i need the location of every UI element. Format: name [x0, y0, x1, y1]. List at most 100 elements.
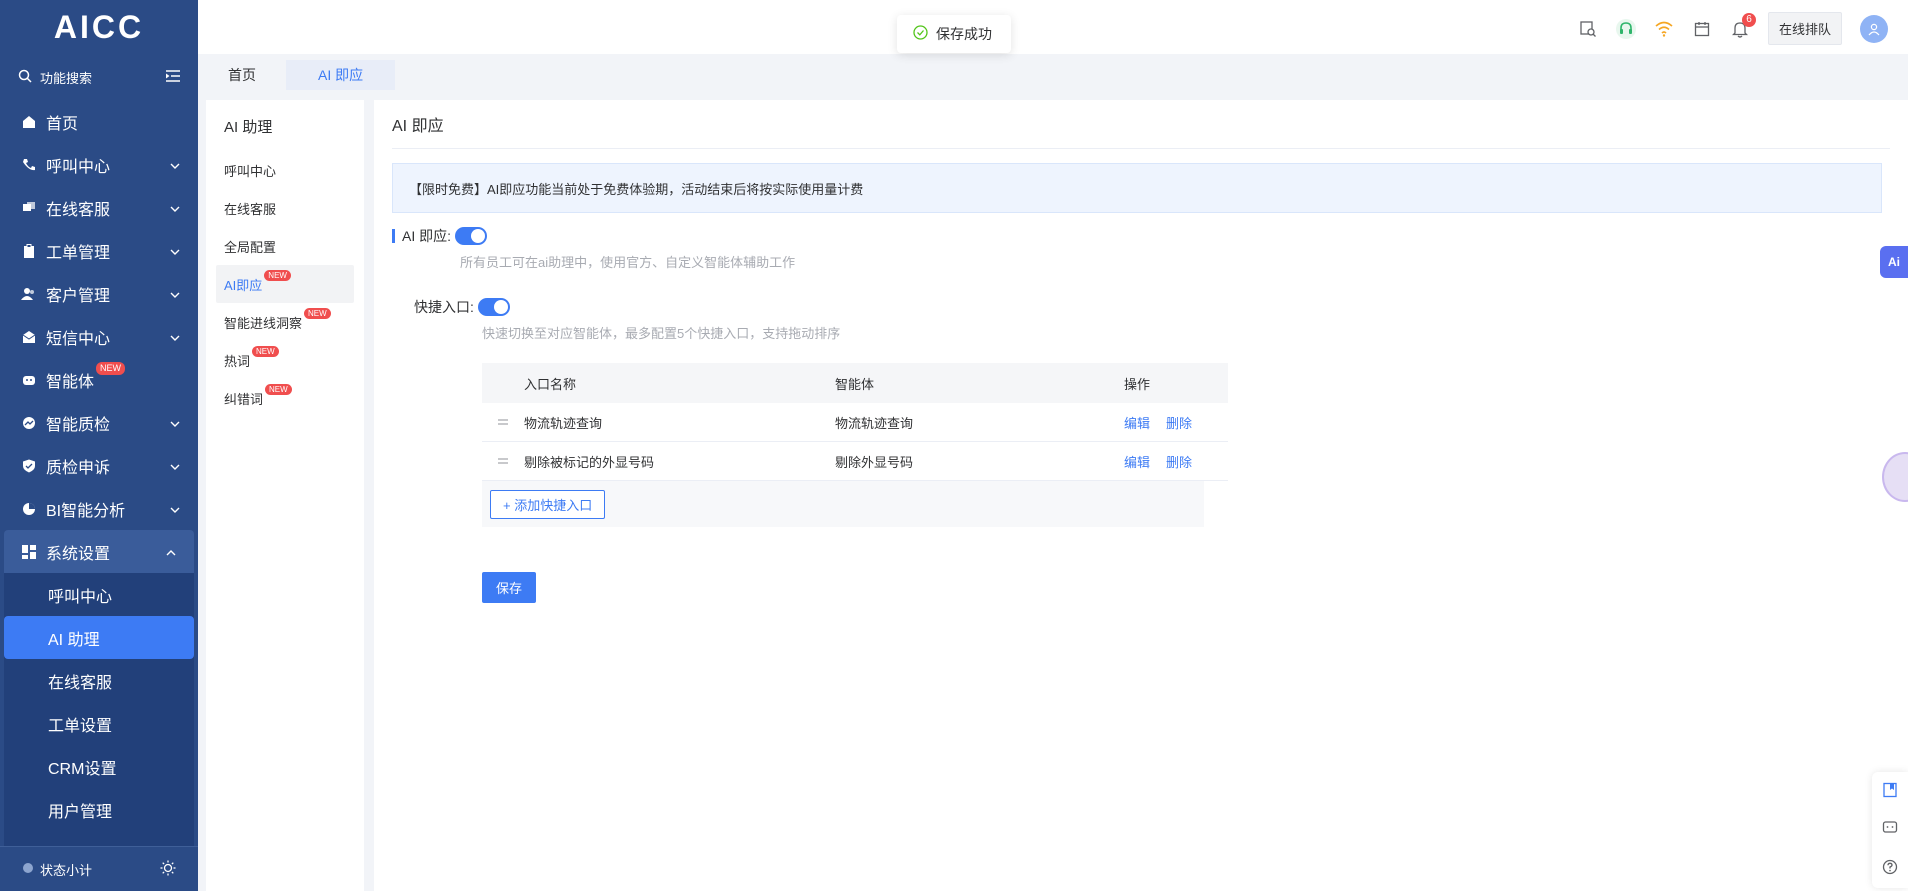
chevron-down-icon [170, 328, 180, 346]
page-title: AI 即应 [392, 112, 1890, 149]
tab-bar: 首页 AI 即应 [198, 60, 1908, 90]
robot-icon [20, 371, 38, 389]
help-icon[interactable] [1882, 859, 1898, 878]
nav-item-call-center[interactable]: 呼叫中心 [0, 143, 198, 186]
nav-item-quality[interactable]: 智能质检 [0, 401, 198, 444]
entry-name: 剔除被标记的外显号码 [524, 454, 655, 470]
subnav-item-users[interactable]: 用户管理 [4, 788, 194, 831]
submenu-item-global-config[interactable]: 全局配置 [216, 227, 354, 265]
settings-subnav: 呼叫中心 AI 助理 在线客服 工单设置 CRM设置 用户管理 安全设置 [4, 573, 194, 874]
delete-link[interactable]: 删除 [1166, 413, 1192, 432]
nav-item-agent[interactable]: 智能体 NEW [0, 358, 198, 401]
chevron-down-icon [170, 457, 180, 475]
subnav-item-ai-assistant[interactable]: AI 助理 [4, 616, 194, 659]
nav-item-home[interactable]: 首页 [0, 100, 198, 143]
function-search[interactable]: 功能搜索 [0, 54, 198, 100]
submenu-item-call-center[interactable]: 呼叫中心 [216, 151, 354, 189]
save-button[interactable]: 保存 [482, 572, 537, 603]
main-content: AI 即应 【限时免费】AI即应功能当前处于免费体验期，活动结束后将按实际使用量… [374, 100, 1908, 891]
submenu-item-online-service[interactable]: 在线客服 [216, 189, 354, 227]
search-label: 功能搜索 [40, 70, 93, 86]
entry-agent: 剔除外显号码 [835, 454, 914, 470]
edit-link[interactable]: 编辑 [1124, 413, 1150, 432]
ai-response-label: AI 即应: [402, 228, 452, 244]
nav-item-settings[interactable]: 系统设置 [4, 530, 194, 573]
plus-icon: + [503, 497, 511, 513]
sidebar-footer: 状态小计 [0, 846, 198, 891]
tab-home[interactable]: 首页 [198, 60, 286, 90]
table-row: 剔除被标记的外显号码 剔除外显号码 编辑 删除 [482, 442, 1228, 481]
submenu-label: 在线客服 [224, 201, 277, 217]
subnav-item-crm[interactable]: CRM设置 [4, 745, 194, 788]
delete-link[interactable]: 删除 [1166, 452, 1192, 471]
calendar-icon[interactable] [1692, 19, 1712, 39]
online-queue-button[interactable]: 在线排队 [1767, 12, 1842, 45]
submenu-item-correction-words[interactable]: 纠错词 NEW [216, 379, 354, 417]
nav-item-customer[interactable]: 客户管理 [0, 272, 198, 315]
search-doc-icon[interactable] [1578, 19, 1598, 39]
chevron-down-icon [170, 285, 180, 303]
user-avatar[interactable] [1860, 14, 1888, 43]
table-row: 物流轨迹查询 物流轨迹查询 编辑 删除 [482, 403, 1228, 442]
bell-icon[interactable]: 6 [1730, 12, 1756, 39]
new-badge: NEW [304, 307, 331, 319]
nav-label: BI智能分析 [46, 502, 126, 520]
topbar-icons: 6 在线排队 [1578, 12, 1888, 45]
submenu-item-ai-response[interactable]: AI即应 NEW [216, 265, 354, 303]
submenu-item-hotwords[interactable]: 热词 NEW [216, 341, 354, 379]
submenu-label: AI即应 [224, 277, 263, 293]
new-badge: NEW [96, 362, 125, 375]
new-badge: NEW [252, 345, 279, 357]
chevron-down-icon [170, 242, 180, 260]
subnav-item-online-service[interactable]: 在线客服 [4, 659, 194, 702]
status-summary[interactable]: 状态小计 [22, 860, 92, 879]
nav-label: 智能质检 [46, 416, 111, 434]
submenu-label: 热词 [224, 353, 251, 369]
nav-item-sms[interactable]: 短信中心 [0, 315, 198, 358]
new-badge: NEW [265, 383, 292, 395]
nav-label: 呼叫中心 [46, 158, 111, 176]
free-trial-notice: 【限时免费】AI即应功能当前处于免费体验期，活动结束后将按实际使用量计费 [392, 163, 1882, 213]
submenu-label: 全局配置 [224, 239, 277, 255]
nav-label: 客户管理 [46, 287, 111, 305]
app-logo[interactable]: AICC [0, 0, 198, 54]
sun-icon[interactable] [160, 860, 176, 879]
side-toolbar [1872, 772, 1908, 888]
edit-link[interactable]: 编辑 [1124, 452, 1150, 471]
users-icon [20, 285, 38, 303]
column-header: 入口名称 [524, 376, 577, 392]
entry-agent: 物流轨迹查询 [835, 415, 914, 431]
chevron-down-icon [170, 156, 180, 174]
mail-icon [20, 328, 38, 346]
wifi-icon[interactable] [1654, 19, 1674, 39]
ai-assistant-float-button[interactable]: Ai [1880, 246, 1908, 278]
nav-label: 系统设置 [46, 545, 111, 563]
message-icon[interactable] [1882, 820, 1898, 839]
nav-item-online-service[interactable]: 在线客服 [0, 186, 198, 229]
topbar: 6 在线排队 [198, 0, 1908, 54]
pie-icon [20, 500, 38, 518]
collapse-menu-icon[interactable] [166, 69, 180, 85]
nav-label: 工单管理 [46, 244, 111, 262]
quick-entry-hint: 快速切换至对应智能体，最多配置5个快捷入口，支持拖动排序 [482, 326, 841, 341]
nav-item-appeal[interactable]: 质检申诉 [0, 444, 198, 487]
column-header: 智能体 [835, 376, 875, 392]
tab-ai-response[interactable]: AI 即应 [286, 60, 396, 90]
subnav-item-ticket-settings[interactable]: 工单设置 [4, 702, 194, 745]
drag-handle-icon[interactable] [482, 418, 524, 426]
subnav-item-call-center[interactable]: 呼叫中心 [4, 573, 194, 616]
quick-entry-setting: 快捷入口: 快速切换至对应智能体，最多配置5个快捷入口，支持拖动排序 [414, 297, 840, 342]
submenu-label: 呼叫中心 [224, 163, 277, 179]
ai-assistant-submenu: AI 助理 呼叫中心 在线客服 全局配置 AI即应 NEW 智能进线洞察 NEW 热… [206, 100, 364, 891]
add-quick-entry-button[interactable]: + 添加快捷入口 [490, 489, 606, 519]
drag-handle-icon[interactable] [482, 457, 524, 465]
submenu-item-inbound-insight[interactable]: 智能进线洞察 NEW [216, 303, 354, 341]
headset-icon[interactable] [1615, 18, 1636, 39]
nav-label: 质检申诉 [46, 459, 111, 477]
quick-entry-toggle[interactable] [477, 298, 510, 316]
bookmark-icon[interactable] [1882, 782, 1898, 801]
nav-item-ticket[interactable]: 工单管理 [0, 229, 198, 272]
notification-badge: 6 [1741, 12, 1756, 27]
nav-item-bi[interactable]: BI智能分析 [0, 487, 198, 530]
ai-response-toggle[interactable] [455, 227, 488, 245]
